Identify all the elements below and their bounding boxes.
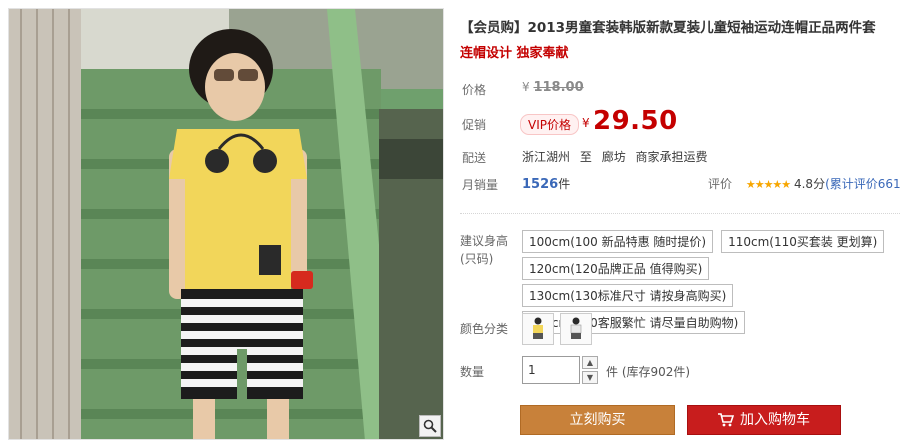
quantity-label: 数量 (460, 365, 485, 379)
size-label: 建议身高(只码) (460, 234, 509, 266)
size-option-110[interactable]: 110cm(110买套装 更划算) (721, 230, 885, 253)
add-to-cart-label: 加入购物车 (740, 412, 810, 428)
original-price: ¥ 118.00 (522, 80, 584, 95)
shipping-destination[interactable]: 廊坊 (602, 150, 626, 164)
promo-currency: ¥ (582, 116, 590, 130)
cart-icon (718, 413, 734, 427)
product-photo-illustration (9, 9, 443, 439)
product-title: 【会员购】2013男童套装韩版新款夏装儿童短袖运动连帽正品两件套 (460, 20, 876, 36)
quantity-decrease-button[interactable]: ▼ (582, 371, 598, 384)
sales-count: 1526 (522, 177, 559, 192)
sales-label: 月销量 (462, 178, 499, 192)
review-count-link[interactable]: (累计评价661 (825, 177, 900, 191)
quantity-input[interactable] (522, 356, 580, 384)
product-image[interactable] (8, 8, 444, 440)
product-info-panel: 【会员购】2013男童套装韩版新款夏装儿童短袖运动连帽正品两件套 连帽设计 独家… (460, 0, 900, 444)
rating-info: 评价 ★★★★★ 4.8分(累计评价661 (708, 175, 900, 192)
color-label: 颜色分类 (460, 322, 509, 336)
shipping-label: 配送 (462, 151, 487, 165)
color-swatch-yellow[interactable] (522, 313, 554, 345)
price-label: 价格 (462, 83, 487, 97)
size-option-120[interactable]: 120cm(120品牌正品 值得购买) (522, 257, 710, 280)
buy-now-button[interactable]: 立刻购买 (520, 405, 675, 435)
zoom-button[interactable] (419, 415, 441, 437)
quantity-increase-button[interactable]: ▲ (582, 356, 598, 369)
rating-score: 4.8分 (793, 177, 826, 191)
promo-label: 促销 (462, 118, 487, 132)
price-section: 价格 ¥ 118.00 促销 VIP价格 ¥ 29.50 配送 浙江湖州 至 廊… (460, 72, 900, 202)
shipping-fee: 商家承担运费 (635, 150, 708, 164)
size-option-130[interactable]: 130cm(130标准尺寸 请按身高购买) (522, 284, 734, 307)
add-to-cart-button[interactable]: 加入购物车 (687, 405, 841, 435)
quantity-stepper: ▲ ▼ (582, 356, 598, 384)
shipping-info: 浙江湖州 至 廊坊 商家承担运费 (522, 148, 714, 165)
size-option-100[interactable]: 100cm(100 新品特惠 随时提价) (522, 230, 714, 253)
promo-price: 29.50 (593, 106, 678, 136)
product-subtitle: 连帽设计 独家奉献 (460, 46, 569, 61)
shipping-to-word: 至 (579, 150, 592, 164)
sales-unit: 件 (558, 177, 571, 191)
rating-stars-icon: ★★★★★ (745, 178, 791, 191)
magnifier-icon (423, 419, 437, 433)
color-swatches (522, 313, 592, 345)
vip-price-badge: VIP价格 (520, 114, 579, 135)
shipping-from: 浙江湖州 (522, 150, 571, 164)
section-divider (460, 213, 900, 214)
white-outfit-thumbnail-icon (570, 317, 582, 339)
rating-label: 评价 (708, 177, 733, 191)
monthly-sales: 1526件 (522, 175, 570, 192)
color-swatch-white[interactable] (560, 313, 592, 345)
original-price-value: 118.00 (533, 80, 584, 95)
yellow-outfit-thumbnail-icon (533, 317, 543, 339)
original-price-currency: ¥ (522, 80, 530, 94)
stock-info: 件 (库存902件) (606, 365, 691, 379)
